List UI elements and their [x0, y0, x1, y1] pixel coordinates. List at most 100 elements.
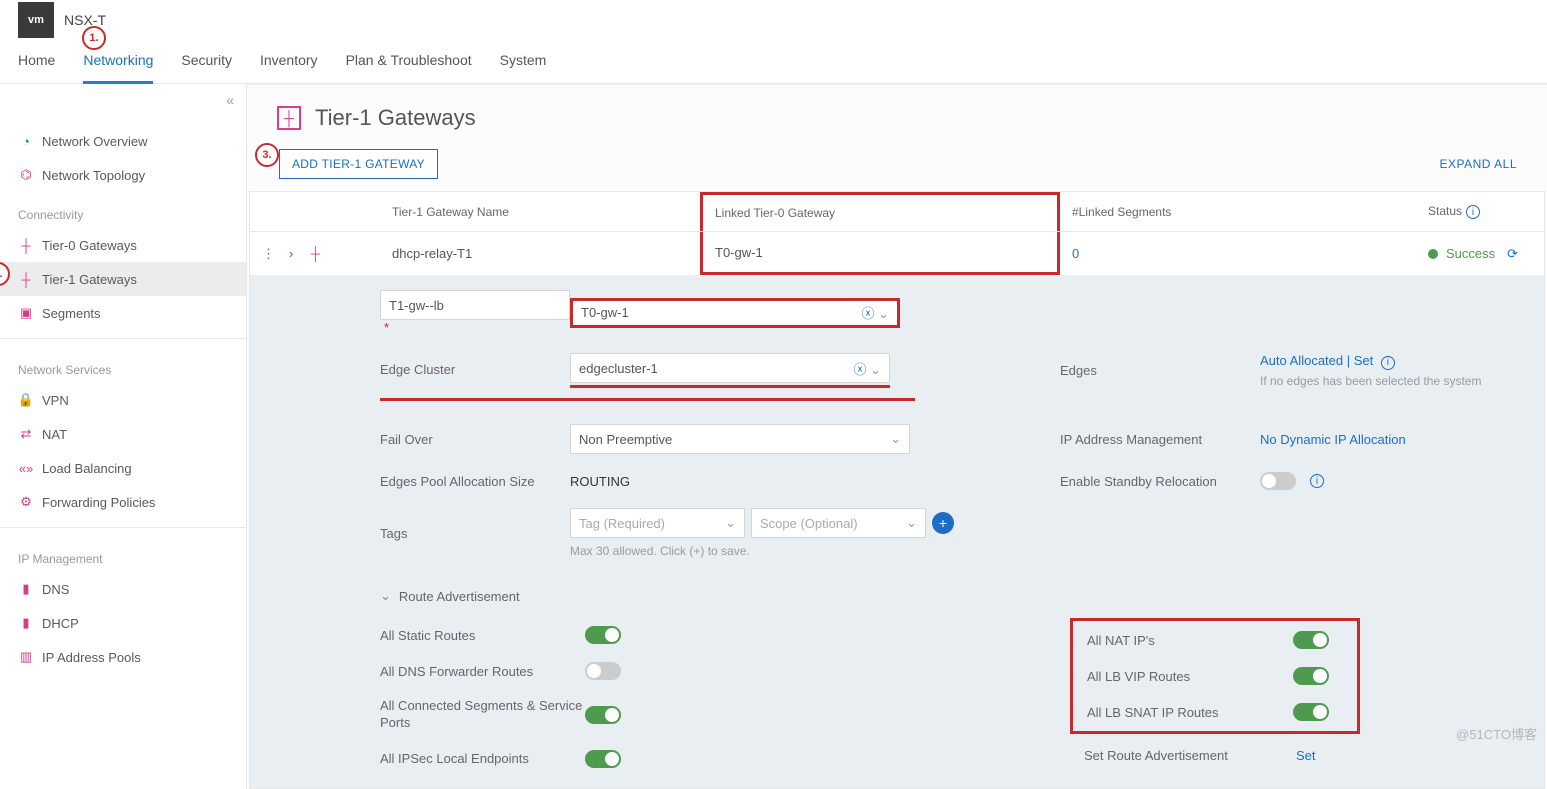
clear-icon[interactable]: ⓧ — [861, 306, 874, 321]
tab-plan[interactable]: Plan & Troubleshoot — [346, 40, 472, 84]
chevron-down-icon[interactable]: ⌄ — [906, 515, 917, 531]
chevron-down-icon[interactable]: ⌄ — [870, 362, 881, 377]
lb-icon: «» — [18, 460, 34, 476]
chevron-down-icon[interactable]: ⌄ — [725, 515, 736, 531]
info-icon[interactable]: i — [1466, 205, 1480, 219]
tag-hint: Max 30 allowed. Click (+) to save. — [570, 544, 1060, 558]
ra-dns-toggle[interactable] — [585, 662, 621, 680]
col-linked: Linked Tier-0 Gateway — [700, 192, 1060, 231]
tab-security[interactable]: Security — [181, 40, 232, 84]
chevron-down-icon[interactable]: ⌄ — [380, 588, 391, 604]
nat-icon: ⇄ — [18, 426, 34, 442]
ra-conn-toggle[interactable] — [585, 706, 621, 724]
tag-input[interactable]: Tag (Required) ⌄ — [570, 508, 745, 538]
sidebar-item-vpn[interactable]: 🔒 VPN — [0, 383, 246, 417]
sidebar-label: DHCP — [42, 616, 79, 631]
status-dot-icon — [1428, 249, 1438, 259]
collapse-sidebar-icon[interactable]: « — [226, 92, 234, 108]
ra-ipsec-label: All IPSec Local Endpoints — [380, 751, 585, 766]
main-content: ┼ Tier-1 Gateways 3. ADD TIER-1 GATEWAY … — [247, 84, 1547, 789]
page-title: Tier-1 Gateways — [315, 105, 476, 131]
sidebar-item-ip-pools[interactable]: ▥ IP Address Pools — [0, 640, 246, 674]
sidebar-item-network-topology[interactable]: ⌬ Network Topology — [0, 158, 246, 192]
vpn-icon: 🔒 — [18, 392, 34, 408]
table-row: ⋮ › ┼ dhcp-relay-T1 T0-gw-1 0 Success ⟳ — [250, 232, 1544, 276]
scope-placeholder: Scope (Optional) — [760, 516, 858, 531]
scope-input[interactable]: Scope (Optional) ⌄ — [751, 508, 926, 538]
tab-system[interactable]: System — [500, 40, 547, 84]
status-text: Success — [1446, 246, 1495, 261]
ipmgmt-link[interactable]: No Dynamic IP Allocation — [1260, 432, 1544, 447]
gateway-name-input[interactable] — [380, 290, 570, 320]
sidebar-item-network-overview[interactable]: ◔ Network Overview — [0, 124, 246, 158]
sidebar-item-dhcp[interactable]: ▮ DHCP — [0, 606, 246, 640]
ra-nat-toggle[interactable] — [1293, 631, 1329, 649]
add-tier1-button[interactable]: ADD TIER-1 GATEWAY — [279, 149, 438, 179]
expand-all-link[interactable]: EXPAND ALL — [1440, 157, 1517, 171]
failover-select[interactable]: Non Preemptive ⌄ — [570, 424, 910, 454]
watermark: @51CTO博客 — [1456, 724, 1537, 743]
row-menu-icon[interactable]: ⋮ — [262, 246, 275, 262]
sidebar-label: Segments — [42, 306, 101, 321]
tier1-row-icon: ┼ — [307, 246, 323, 262]
product-title: NSX-T — [64, 12, 106, 28]
route-advertisement-header[interactable]: ⌄ Route Advertisement — [380, 576, 1544, 604]
chevron-down-icon[interactable]: ⌄ — [890, 431, 901, 447]
sidebar-item-tier0[interactable]: ┼ Tier-0 Gateways — [0, 228, 246, 262]
ra-conn-label: All Connected Segments & Service Ports — [380, 698, 585, 732]
edge-cluster-value: edgecluster-1 — [579, 361, 658, 376]
annotation-1: 1. — [82, 26, 106, 50]
failover-label: Fail Over — [380, 432, 570, 447]
sidebar-label: DNS — [42, 582, 69, 597]
ra-set-link[interactable]: Set — [1296, 748, 1346, 763]
ra-static-label: All Static Routes — [380, 628, 585, 643]
tier0-icon: ┼ — [18, 237, 34, 253]
annotation-3: 3. — [255, 143, 279, 167]
ra-snat-label: All LB SNAT IP Routes — [1087, 705, 1293, 720]
table-header: Tier-1 Gateway Name Linked Tier-0 Gatewa… — [250, 192, 1544, 232]
chevron-down-icon[interactable]: ⌄ — [878, 306, 889, 321]
pool-label: Edges Pool Allocation Size — [380, 474, 570, 489]
ra-vip-toggle[interactable] — [1293, 667, 1329, 685]
ra-snat-toggle[interactable] — [1293, 703, 1329, 721]
ipmgmt-label: IP Address Management — [1060, 432, 1260, 447]
sidebar-label: Tier-1 Gateways — [42, 272, 137, 287]
add-tag-button[interactable]: + — [932, 512, 954, 534]
col-status: Statusi — [1416, 204, 1544, 220]
sidebar: « ◔ Network Overview ⌬ Network Topology … — [0, 84, 247, 789]
info-icon[interactable]: i — [1381, 356, 1395, 370]
standby-toggle[interactable] — [1260, 472, 1296, 490]
edge-cluster-select[interactable]: edgecluster-1 ⓧ ⌄ — [570, 353, 890, 383]
sidebar-section-ip-mgmt: IP Management — [0, 536, 246, 572]
sidebar-item-dns[interactable]: ▮ DNS — [0, 572, 246, 606]
sidebar-item-tier1[interactable]: ┼ Tier-1 Gateways 2. — [0, 262, 246, 296]
sidebar-item-fwd[interactable]: ⚙ Forwarding Policies — [0, 485, 246, 519]
sidebar-item-lb[interactable]: «» Load Balancing — [0, 451, 246, 485]
ra-vip-label: All LB VIP Routes — [1087, 669, 1293, 684]
dns-icon: ▮ — [18, 581, 34, 597]
sidebar-label: Network Topology — [42, 168, 145, 183]
segments-icon: ▣ — [18, 305, 34, 321]
edges-label: Edges — [1060, 363, 1260, 378]
ra-title: Route Advertisement — [399, 589, 520, 604]
sidebar-item-segments[interactable]: ▣ Segments — [0, 296, 246, 330]
ra-nat-label: All NAT IP's — [1087, 633, 1293, 648]
row-segments-link[interactable]: 0 — [1060, 246, 1416, 261]
tag-placeholder: Tag (Required) — [579, 516, 665, 531]
row-expand-icon[interactable]: › — [289, 246, 293, 261]
topology-icon: ⌬ — [18, 167, 34, 183]
ra-dns-label: All DNS Forwarder Routes — [380, 664, 585, 679]
edges-value-link[interactable]: Auto Allocated | Set — [1260, 353, 1373, 368]
sidebar-item-nat[interactable]: ⇄ NAT — [0, 417, 246, 451]
refresh-icon[interactable]: ⟳ — [1507, 246, 1518, 262]
clear-icon[interactable]: ⓧ — [853, 362, 866, 377]
ra-ipsec-toggle[interactable] — [585, 750, 621, 768]
row-name: dhcp-relay-T1 — [380, 246, 700, 261]
linked-tier0-select[interactable]: T0-gw-1 ⓧ ⌄ — [570, 298, 900, 328]
tab-home[interactable]: Home — [18, 40, 55, 84]
ra-static-toggle[interactable] — [585, 626, 621, 644]
tab-inventory[interactable]: Inventory — [260, 40, 318, 84]
info-icon[interactable]: i — [1310, 474, 1324, 488]
tier1-icon: ┼ — [18, 271, 34, 287]
pool-value: ROUTING — [570, 474, 1060, 489]
